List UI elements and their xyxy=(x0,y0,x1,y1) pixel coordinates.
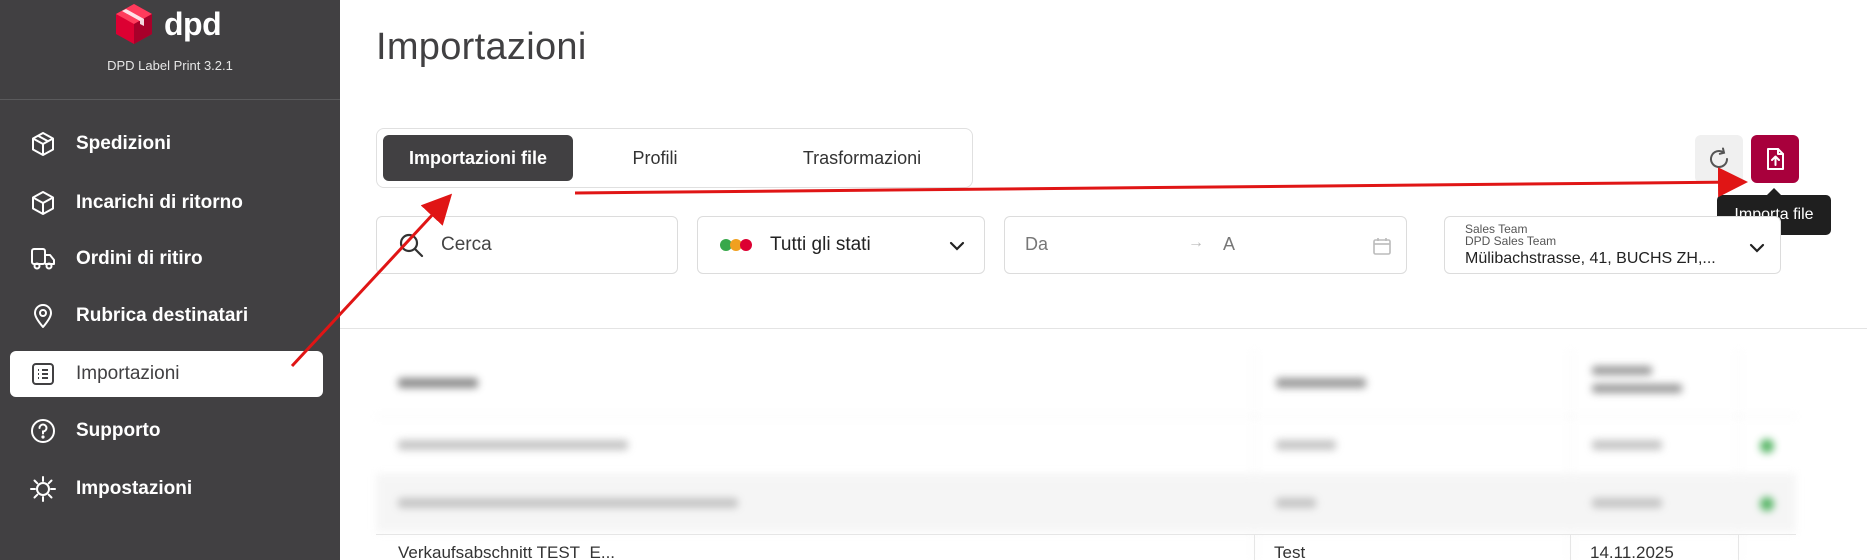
brand-name: dpd xyxy=(164,6,222,42)
gear-icon xyxy=(28,474,58,504)
chevron-down-icon xyxy=(1749,243,1765,253)
sidebar-item-importazioni[interactable]: Importazioni xyxy=(10,351,323,397)
sidebar-item-spedizioni[interactable]: Spedizioni xyxy=(10,121,323,167)
dpd-logo-icon xyxy=(116,4,152,44)
tab-profili[interactable]: Profili xyxy=(585,135,725,181)
search-icon xyxy=(399,233,424,258)
sidebar-item-incarichi-di-ritorno[interactable]: Incarichi di ritorno xyxy=(10,180,323,226)
sidebar-item-label: Spedizioni xyxy=(76,133,171,154)
refresh-button[interactable] xyxy=(1695,135,1743,183)
list-icon xyxy=(28,359,58,389)
date-from-field[interactable]: Da xyxy=(1025,234,1048,255)
tab-importazioni-file[interactable]: Importazioni file xyxy=(383,135,573,181)
page-title: Importazioni xyxy=(376,26,587,68)
sidebar: dpd DPD Label Print 3.2.1 Spedizioni Inc… xyxy=(0,0,340,560)
refresh-icon xyxy=(1710,147,1728,168)
date-range-picker[interactable]: Da → A xyxy=(1004,216,1407,274)
sidebar-item-label: Importazioni xyxy=(76,363,180,384)
file-upload-icon xyxy=(1767,148,1784,170)
truck-icon xyxy=(28,244,58,274)
status-ok-icon xyxy=(1760,439,1774,453)
sender-address: Mülibachstrasse, 41, BUCHS ZH,... xyxy=(1465,250,1716,267)
status-ok-icon xyxy=(1760,497,1774,511)
sidebar-item-label: Incarichi di ritorno xyxy=(76,192,243,213)
import-file-button[interactable] xyxy=(1751,135,1799,183)
sidebar-item-label: Impostazioni xyxy=(76,478,193,499)
row-profile: Test xyxy=(1274,543,1306,560)
status-filter-select[interactable]: Tutti gli stati xyxy=(697,216,985,274)
table-row[interactable]: Verkaufsabschnitt TEST_E... Test 14.11.2… xyxy=(376,534,1796,560)
package-icon xyxy=(28,129,58,159)
date-to-field[interactable]: A xyxy=(1223,234,1235,255)
sender-address-select[interactable]: Sales Team DPD Sales Team Mülibachstrass… xyxy=(1444,216,1781,274)
sender-name: DPD Sales Team xyxy=(1465,234,1557,248)
sidebar-item-impostazioni[interactable]: Impostazioni xyxy=(10,466,323,512)
help-icon xyxy=(28,416,58,446)
search-input[interactable] xyxy=(441,234,661,256)
table-header xyxy=(376,350,1796,416)
section-divider xyxy=(340,328,1867,329)
return-package-icon xyxy=(28,188,58,218)
status-filter-value: Tutti gli stati xyxy=(770,234,871,255)
imports-table-blurred xyxy=(376,350,1867,560)
location-pin-icon xyxy=(28,301,58,331)
status-dots-icon xyxy=(720,239,752,251)
import-tabs: Importazioni file Profili Trasformazioni xyxy=(376,128,973,188)
sidebar-item-label: Rubrica destinatari xyxy=(76,305,249,326)
table-row xyxy=(376,474,1796,532)
sidebar-item-supporto[interactable]: Supporto xyxy=(10,408,323,454)
sidebar-item-label: Supporto xyxy=(76,420,161,441)
search-field[interactable] xyxy=(376,216,678,274)
tab-trasformazioni[interactable]: Trasformazioni xyxy=(757,135,967,181)
chevron-down-icon xyxy=(949,241,965,251)
sidebar-item-rubrica-destinatari[interactable]: Rubrica destinatari xyxy=(10,293,323,339)
row-file-name: Verkaufsabschnitt TEST_E... xyxy=(398,543,616,560)
app-version: DPD Label Print 3.2.1 xyxy=(107,58,233,73)
calendar-icon xyxy=(1373,238,1391,255)
date-separator: → xyxy=(1188,234,1204,251)
brand-header: dpd DPD Label Print 3.2.1 xyxy=(0,0,340,100)
table-row xyxy=(376,416,1796,474)
row-date: 14.11.2025 xyxy=(1590,543,1674,560)
sidebar-item-label: Ordini di ritiro xyxy=(76,248,203,269)
sidebar-item-ordini-di-ritiro[interactable]: Ordini di ritiro xyxy=(10,236,323,282)
